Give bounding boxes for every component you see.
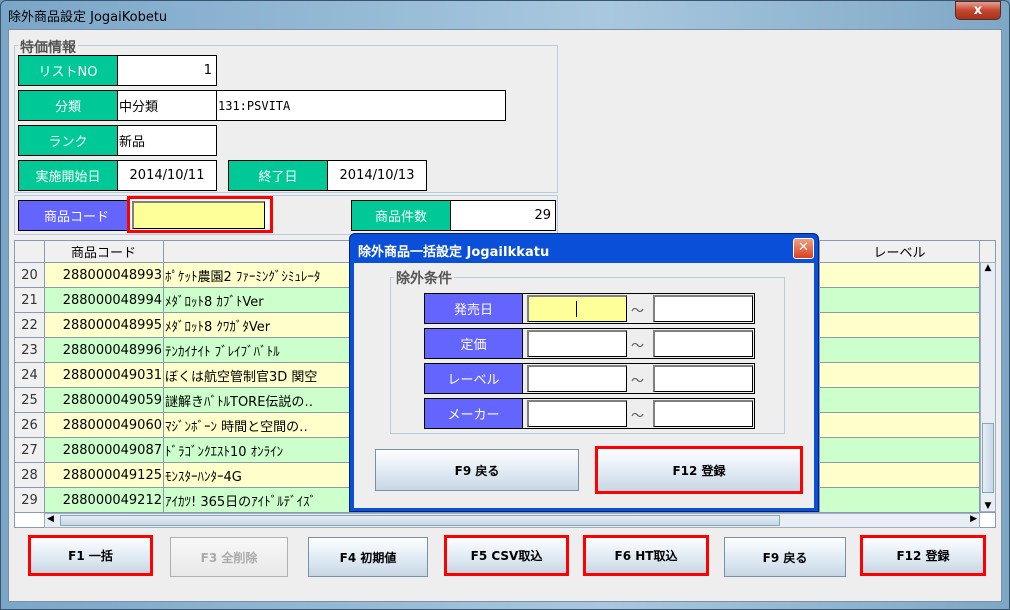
condition-label: メーカー (424, 398, 523, 429)
f4-initial-button[interactable]: F4 初期値 (308, 537, 428, 577)
condition-to-input[interactable] (653, 330, 753, 357)
cell-code[interactable]: 288000049087 (45, 438, 164, 462)
bunrui-value: 131:PSVITA (216, 90, 506, 121)
condition-from-input[interactable] (527, 400, 627, 427)
cell-label[interactable] (820, 363, 980, 387)
column-header-code[interactable]: 商品コード (45, 241, 164, 262)
cell-code[interactable]: 288000049059 (45, 388, 164, 412)
f3-delete-all-button: F3 全削除 (170, 537, 288, 577)
cell-code[interactable]: 288000049212 (45, 488, 164, 512)
horizontal-scroll-thumb[interactable] (60, 515, 780, 526)
list-no-label: リストNO (18, 55, 118, 86)
condition-to-input[interactable] (653, 295, 753, 322)
end-date-label: 終了日 (228, 160, 328, 191)
cell-code[interactable]: 288000048994 (45, 288, 164, 312)
condition-from-input[interactable] (527, 330, 627, 357)
window-close-button[interactable]: x (955, 1, 1001, 20)
scroll-right-icon[interactable]: ▶ (970, 514, 977, 524)
cell-code[interactable]: 288000048993 (45, 263, 164, 287)
product-count-label: 商品件数 (351, 200, 451, 231)
column-header-label[interactable]: レーベル (820, 241, 980, 262)
row-number: 22 (15, 313, 45, 337)
cell-label[interactable] (820, 313, 980, 337)
range-tilde: ～ (631, 409, 645, 424)
bunrui-level: 中分類 (117, 90, 217, 121)
condition-to-input[interactable] (653, 400, 753, 427)
bulk-exclusion-dialog: 除外商品一括設定 JogaiIkkatu ✕ 除外条件 発売日 ～ 定価 ～ レ… (349, 233, 819, 512)
condition-to-input[interactable] (653, 365, 753, 392)
cell-label[interactable] (820, 438, 980, 462)
text-cursor (576, 301, 577, 317)
cell-label[interactable] (820, 263, 980, 287)
range-tilde: ～ (631, 339, 645, 354)
row-number: 23 (15, 338, 45, 362)
condition-label: 発売日 (424, 293, 523, 324)
condition-row: 発売日 ～ (424, 293, 755, 324)
product-code-input[interactable] (132, 201, 265, 229)
start-date-label: 実施開始日 (18, 160, 118, 191)
condition-row: メーカー ～ (424, 398, 755, 429)
start-date-value: 2014/10/11 (117, 160, 217, 191)
range-tilde: ～ (631, 304, 645, 319)
cell-label[interactable] (820, 288, 980, 312)
vertical-scroll-thumb[interactable] (982, 423, 994, 493)
row-number: 25 (15, 388, 45, 412)
tokka-group-label: 特価情報 (18, 37, 78, 57)
cell-label[interactable] (820, 463, 980, 487)
scroll-down-icon[interactable]: ▼ (981, 501, 995, 511)
cell-code[interactable]: 288000049031 (45, 363, 164, 387)
condition-from-input[interactable] (527, 365, 627, 392)
f1-bulk-button[interactable]: F1 一括 (28, 535, 153, 576)
dialog-title: 除外商品一括設定 JogaiIkkatu (358, 245, 550, 260)
dialog-f9-back-button[interactable]: F9 戻る (375, 449, 579, 491)
bunrui-label: 分類 (18, 90, 118, 121)
end-date-value: 2014/10/13 (327, 160, 427, 191)
row-header-corner (15, 241, 45, 262)
f5-csv-import-button[interactable]: F5 CSV取込 (444, 535, 569, 576)
rank-label: ランク (18, 125, 118, 156)
row-number: 29 (15, 488, 45, 512)
condition-label: 定価 (424, 328, 523, 359)
condition-row: レーベル ～ (424, 363, 755, 394)
exclusion-conditions-label: 除外条件 (394, 268, 454, 288)
condition-label: レーベル (424, 363, 523, 394)
cell-code[interactable]: 288000048995 (45, 313, 164, 337)
cell-label[interactable] (820, 488, 980, 512)
cell-code[interactable]: 288000049060 (45, 413, 164, 437)
condition-row: 定価 ～ (424, 328, 755, 359)
vertical-scrollbar[interactable]: ▲ ▼ (980, 262, 996, 512)
f12-register-button[interactable]: F12 登録 (860, 535, 986, 576)
condition-from-input[interactable] (527, 295, 627, 322)
row-number: 26 (15, 413, 45, 437)
product-code-label: 商品コード (18, 200, 135, 231)
rank-value: 新品 (117, 125, 217, 156)
dialog-close-button[interactable]: ✕ (793, 238, 814, 259)
row-number: 24 (15, 363, 45, 387)
window-title: 除外商品設定 JogaiKobetu (8, 10, 168, 25)
row-number: 20 (15, 263, 45, 287)
cell-label[interactable] (820, 338, 980, 362)
row-number: 28 (15, 463, 45, 487)
cell-label[interactable] (820, 413, 980, 437)
cell-code[interactable]: 288000048996 (45, 338, 164, 362)
list-no-value: 1 (117, 55, 217, 86)
scroll-left-icon[interactable]: ◀ (47, 514, 54, 524)
f6-ht-import-button[interactable]: F6 HT取込 (583, 535, 709, 576)
scroll-up-icon[interactable]: ▲ (981, 263, 995, 273)
horizontal-scrollbar[interactable]: ◀ ▶ (44, 513, 980, 528)
row-number: 21 (15, 288, 45, 312)
dialog-client: 除外条件 発売日 ～ 定価 ～ レーベル ～ メーカー ～ F9 戻る F12 … (354, 263, 814, 508)
cell-code[interactable]: 288000049125 (45, 463, 164, 487)
range-tilde: ～ (631, 374, 645, 389)
dialog-f12-register-button[interactable]: F12 登録 (595, 446, 803, 494)
f9-back-button[interactable]: F9 戻る (724, 537, 846, 577)
cell-label[interactable] (820, 388, 980, 412)
product-count-value: 29 (450, 200, 556, 231)
row-number: 27 (15, 438, 45, 462)
